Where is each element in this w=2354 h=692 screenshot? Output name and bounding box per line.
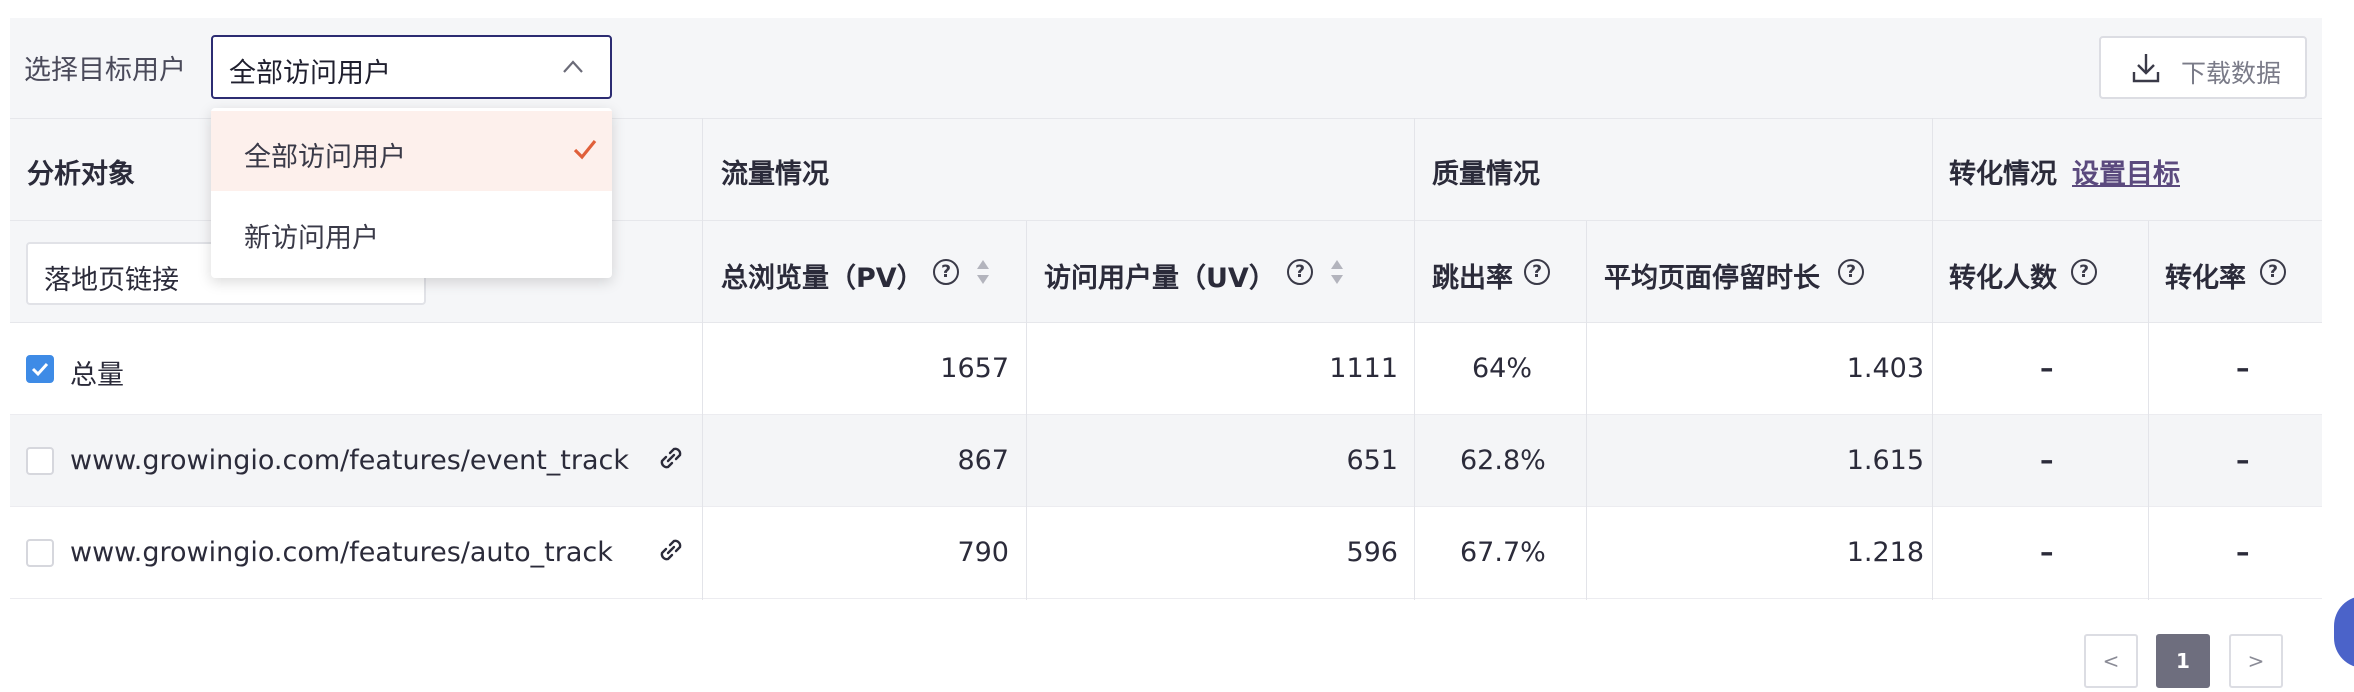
group-quality: 质量情况 [1432,159,1540,190]
link-icon[interactable] [656,535,686,569]
row-pv: 1657 [940,353,1009,384]
row-pv: 790 [957,537,1009,568]
row-avg-time: 1.615 [1846,445,1924,476]
group-conversion: 转化情况 [1949,159,2057,190]
dropdown-option-all-visitors[interactable]: 全部访问用户 [211,111,612,191]
target-user-select-value: 全部访问用户 [229,58,391,89]
set-goal-link[interactable]: 设置目标 [2072,152,2180,191]
pagination-page-1[interactable]: 1 [2156,634,2210,688]
row-pv: 867 [957,445,1009,476]
column-divider [1026,221,1027,600]
dropdown-option-label: 全部访问用户 [244,142,406,173]
download-data-label: 下载数据 [2181,59,2282,88]
row-conv-users: – [2040,445,2054,476]
dropdown-option-label: 新访问用户 [244,223,379,254]
uv-help-icon[interactable]: ? [1287,259,1313,285]
top-strip [0,0,2354,18]
uv-sort-icon[interactable] [1330,258,1344,286]
row-uv: 1111 [1329,353,1398,384]
pv-sort-icon[interactable] [976,258,990,286]
row-conv-rate: – [2236,537,2250,568]
group-traffic: 流量情况 [721,159,829,190]
target-user-dropdown: 全部访问用户 新访问用户 [211,108,612,278]
bounce-help-icon[interactable]: ? [1524,259,1550,285]
column-avg-time-label: 平均页面停留时长 [1604,263,1820,294]
row-checkbox[interactable] [26,539,54,567]
row-name: www.growingio.com/features/event_track [70,445,629,476]
row-name: 总量 [70,360,124,391]
column-divider [702,118,703,600]
column-bounce-label: 跳出率 [1432,263,1513,294]
row-checkbox[interactable] [26,447,54,475]
pagination-next-button[interactable]: > [2229,634,2283,688]
table-row: www.growingio.com/features/event_track 8… [10,415,2322,507]
column-divider [1414,118,1415,600]
pv-help-icon[interactable]: ? [933,259,959,285]
pagination-prev-button[interactable]: < [2084,634,2138,688]
download-icon [2131,52,2161,88]
conv-rate-help-icon[interactable]: ? [2260,259,2286,285]
link-icon[interactable] [656,443,686,477]
row-bounce: 64% [1472,353,1533,384]
target-user-select[interactable]: 全部访问用户 [211,35,612,99]
column-divider [1586,221,1587,600]
table-row: www.growingio.com/features/auto_track 79… [10,507,2322,599]
row-name: www.growingio.com/features/auto_track [70,537,613,568]
checkmark-icon [31,362,49,377]
column-divider [1932,118,1933,600]
avg-time-help-icon[interactable]: ? [1838,259,1864,285]
row-bounce: 67.7% [1460,537,1546,568]
column-pv-label: 总浏览量（PV） [721,263,924,294]
column-divider [2148,221,2149,600]
conv-users-help-icon[interactable]: ? [2071,259,2097,285]
row-conv-users: – [2040,537,2054,568]
column-conv-users-label: 转化人数 [1949,263,2057,294]
group-analysis-object: 分析对象 [27,159,135,190]
row-conv-users: – [2040,353,2054,384]
row-checkbox[interactable] [26,355,54,383]
column-conv-rate-label: 转化率 [2165,263,2246,294]
download-data-button[interactable]: 下载数据 [2099,36,2307,99]
dimension-select-value: 落地页链接 [44,265,179,296]
row-avg-time: 1.218 [1846,537,1924,568]
table-row: 总量 1657 1111 64% 1.403 – – [10,323,2322,415]
row-avg-time: 1.403 [1846,353,1924,384]
row-uv: 651 [1346,445,1398,476]
floating-help-button[interactable] [2334,596,2354,668]
target-user-label: 选择目标用户 [24,55,186,86]
row-conv-rate: – [2236,353,2250,384]
chevron-up-icon [562,59,584,79]
row-conv-rate: – [2236,445,2250,476]
column-uv-label: 访问用户量（UV） [1044,263,1276,294]
row-bounce: 62.8% [1460,445,1546,476]
check-icon [573,139,597,160]
dropdown-option-new-visitors[interactable]: 新访问用户 [211,192,612,272]
row-uv: 596 [1346,537,1398,568]
